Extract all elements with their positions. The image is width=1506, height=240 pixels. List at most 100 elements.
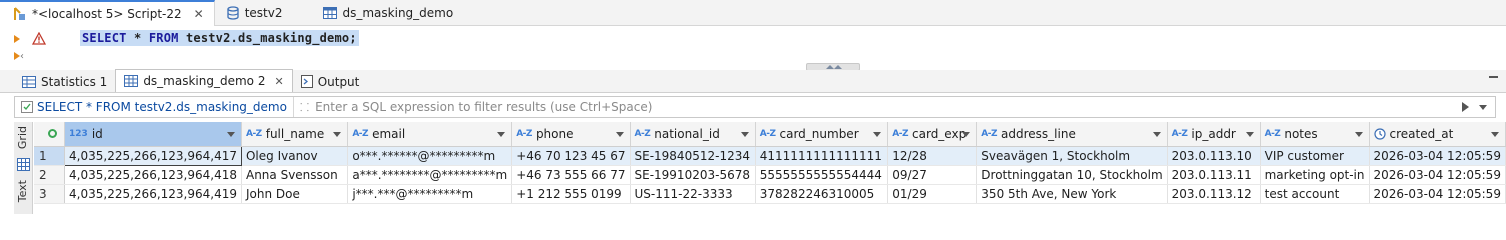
column-header-ip-addr[interactable]: A-Z ip_addr bbox=[1167, 122, 1261, 147]
table-cell[interactable]: test account bbox=[1260, 184, 1370, 204]
minimize-icon[interactable] bbox=[1489, 76, 1498, 78]
table-cell[interactable]: a***.********@*********m bbox=[347, 165, 513, 185]
filter-input[interactable]: ⸬ Enter a SQL expression to filter resul… bbox=[294, 100, 1462, 115]
sql-editor[interactable]: SELECT * FROM testv2.ds_masking_demo; ‹ bbox=[0, 26, 1506, 90]
table-cell[interactable]: 4,035,225,266,123,964,419 bbox=[64, 184, 242, 204]
row-count-indicator-icon bbox=[48, 128, 57, 138]
editor-tab-bar: *<localhost 5> Script-22 ✕ testv2 ds_mas… bbox=[0, 0, 1506, 26]
table-cell[interactable]: 2026-03-04 12:05:59 bbox=[1369, 184, 1506, 204]
sort-dropdown-icon[interactable] bbox=[333, 132, 342, 137]
header-row: 123 id A-Z full_name A-Z email A-Z phone A-Z… bbox=[34, 122, 1506, 147]
table-cell[interactable]: +1 212 555 0199 bbox=[511, 184, 631, 204]
tab-label: ds_masking_demo bbox=[342, 6, 454, 20]
table-row[interactable]: 1 4,035,225,266,123,964,417 Oleg Ivanov … bbox=[34, 145, 1506, 166]
table-cell[interactable]: 4,035,225,266,123,964,418 bbox=[64, 165, 242, 185]
sort-dropdown-icon[interactable] bbox=[873, 132, 882, 137]
table-cell[interactable]: Anna Svensson bbox=[241, 165, 349, 185]
column-header-card-exp[interactable]: A-Z card_exp bbox=[887, 122, 978, 147]
sort-dropdown-icon[interactable] bbox=[615, 132, 624, 137]
row-number[interactable]: 1 bbox=[34, 146, 66, 166]
column-header-phone[interactable]: A-Z phone bbox=[511, 122, 631, 147]
sql-keyword: FROM bbox=[148, 31, 179, 45]
sql-script-icon bbox=[12, 7, 26, 21]
table-cell[interactable]: +46 70 123 45 67 bbox=[511, 146, 631, 166]
select-all-corner[interactable] bbox=[34, 122, 66, 147]
table-icon bbox=[124, 75, 139, 87]
table-cell[interactable]: 203.0.113.12 bbox=[1167, 184, 1261, 204]
table-cell[interactable]: 01/29 bbox=[887, 184, 978, 204]
table-cell[interactable]: John Doe bbox=[241, 184, 349, 204]
warning-icon bbox=[32, 32, 46, 45]
text-type-icon: A-Z bbox=[245, 128, 262, 139]
sql-text: testv2.ds_masking_demo; bbox=[178, 31, 357, 45]
sort-dropdown-icon[interactable] bbox=[226, 132, 235, 137]
grid-icon[interactable] bbox=[17, 158, 30, 171]
column-header-full-name[interactable]: A-Z full_name bbox=[241, 122, 349, 147]
table-cell[interactable]: j***.***@*********m bbox=[347, 184, 513, 204]
column-header-address-line[interactable]: A-Z address_line bbox=[976, 122, 1168, 147]
column-header-created-at[interactable]: created_at bbox=[1369, 122, 1506, 147]
tab-statistics[interactable]: Statistics 1 bbox=[14, 71, 115, 92]
table-cell[interactable]: Oleg Ivanov bbox=[241, 146, 349, 166]
database-icon bbox=[227, 6, 239, 20]
table-cell[interactable]: 09/27 bbox=[887, 165, 978, 185]
column-header-email[interactable]: A-Z email bbox=[347, 122, 513, 147]
table-cell[interactable]: 5555555555554444 bbox=[755, 165, 889, 185]
table-cell[interactable]: 350 5th Ave, New York bbox=[976, 184, 1168, 204]
table-cell[interactable]: marketing opt-in bbox=[1260, 165, 1370, 185]
close-icon[interactable]: ✕ bbox=[194, 7, 204, 21]
close-icon[interactable]: ✕ bbox=[274, 75, 283, 88]
filter-query-label[interactable]: SELECT * FROM testv2.ds_masking_demo bbox=[15, 97, 294, 117]
table-cell[interactable]: Sveavägen 1, Stockholm bbox=[976, 146, 1168, 166]
grid-view-tab[interactable]: Grid bbox=[16, 126, 29, 149]
column-header-notes[interactable]: A-Z notes bbox=[1260, 122, 1370, 147]
tab-ds-masking-demo[interactable]: ds_masking_demo bbox=[293, 0, 464, 26]
tab-label: Output bbox=[317, 74, 360, 89]
tab-script-22[interactable]: *<localhost 5> Script-22 ✕ bbox=[0, 0, 215, 26]
column-header-national-id[interactable]: A-Z national_id bbox=[630, 122, 756, 147]
row-number[interactable]: 2 bbox=[34, 165, 66, 185]
table-cell[interactable]: VIP customer bbox=[1260, 146, 1370, 166]
apply-filter-icon[interactable] bbox=[1462, 102, 1469, 112]
column-name: phone bbox=[535, 126, 574, 141]
table-cell[interactable]: 2026-03-04 12:05:59 bbox=[1369, 165, 1506, 185]
table-cell[interactable]: SE-19840512-1234 bbox=[630, 146, 756, 166]
table-cell[interactable]: Drottninggatan 10, Stockholm bbox=[976, 165, 1168, 185]
tab-testv2[interactable]: testv2 bbox=[215, 0, 293, 26]
sort-dropdown-icon[interactable] bbox=[1354, 132, 1363, 137]
table-cell[interactable]: 203.0.113.10 bbox=[1167, 146, 1261, 166]
scroll-left-icon[interactable]: ‹ bbox=[20, 51, 24, 62]
sql-statement[interactable]: SELECT * FROM testv2.ds_masking_demo; bbox=[80, 30, 359, 46]
sort-dropdown-icon[interactable] bbox=[497, 132, 506, 137]
table-cell[interactable]: 4,035,225,266,123,964,417 bbox=[64, 145, 242, 166]
table-cell[interactable]: 378282246310005 bbox=[755, 184, 889, 204]
result-view-switcher: Grid Text bbox=[14, 122, 33, 214]
table-cell[interactable]: 203.0.113.11 bbox=[1167, 165, 1261, 185]
column-header-id[interactable]: 123 id bbox=[64, 122, 242, 147]
sort-dropdown-icon[interactable] bbox=[1491, 132, 1499, 137]
sort-dropdown-icon[interactable] bbox=[740, 132, 749, 137]
table-cell[interactable]: o***.******@*********m bbox=[347, 146, 513, 166]
table-cell[interactable]: US-111-22-3333 bbox=[630, 184, 756, 204]
tab-output[interactable]: Output bbox=[293, 71, 368, 92]
sort-dropdown-icon[interactable] bbox=[962, 132, 971, 137]
column-name: card_number bbox=[779, 126, 859, 141]
table-cell[interactable]: SE-19910203-5678 bbox=[630, 165, 756, 185]
table-cell[interactable]: 4111111111111111 bbox=[755, 146, 889, 166]
column-name: full_name bbox=[265, 126, 325, 141]
table-cell[interactable]: 12/28 bbox=[887, 146, 978, 166]
table-row[interactable]: 3 4,035,225,266,123,964,419 John Doe j**… bbox=[34, 184, 1506, 204]
tab-ds-masking-demo-2[interactable]: ds_masking_demo 2 ✕ bbox=[115, 69, 293, 92]
execute-marker-icon[interactable] bbox=[14, 34, 20, 43]
row-number[interactable]: 3 bbox=[34, 184, 66, 204]
sort-dropdown-icon[interactable] bbox=[1245, 132, 1254, 137]
table-row[interactable]: 2 4,035,225,266,123,964,418 Anna Svensso… bbox=[34, 165, 1506, 185]
filter-history-icon[interactable] bbox=[1479, 104, 1487, 110]
sort-dropdown-icon[interactable] bbox=[1152, 132, 1161, 137]
text-type-icon: A-Z bbox=[892, 128, 909, 139]
sql-keyword: SELECT bbox=[82, 31, 127, 45]
table-cell[interactable]: 2026-03-04 12:05:59 bbox=[1369, 146, 1506, 166]
table-cell[interactable]: +46 73 555 66 77 bbox=[511, 165, 631, 185]
text-view-tab[interactable]: Text bbox=[16, 180, 29, 202]
column-header-card-number[interactable]: A-Z card_number bbox=[755, 122, 889, 147]
